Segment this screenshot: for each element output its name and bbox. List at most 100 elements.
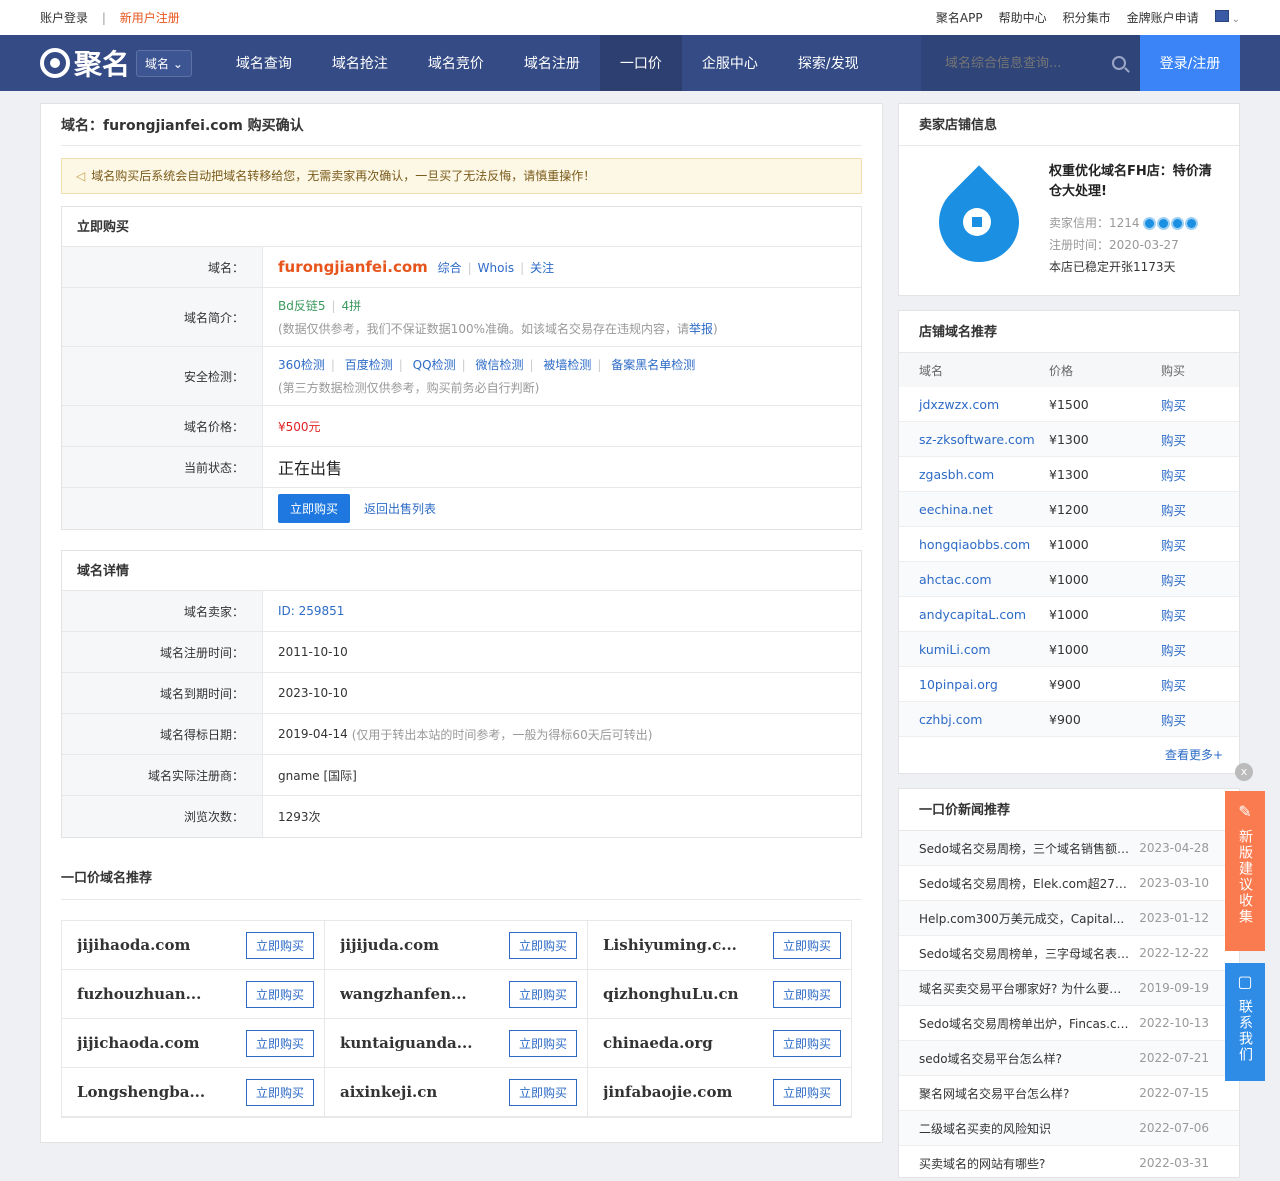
check-qq-link[interactable]: QQ检测 xyxy=(413,358,456,372)
language-selector[interactable]: ⌄ xyxy=(1214,10,1240,25)
list-item[interactable]: 域名买卖交易平台哪家好? 为什么要选择... 2019-09-19 xyxy=(899,971,1239,1006)
whois-link[interactable]: Whois xyxy=(478,261,514,275)
shop-domain-link[interactable]: czhbj.com xyxy=(919,712,1049,727)
recommend-buy-button[interactable]: 立即购买 xyxy=(772,980,841,1008)
recommend-domain[interactable]: Lishiyuming.c... xyxy=(603,936,737,954)
recommend-domain[interactable]: aixinkeji.cn xyxy=(340,1083,437,1101)
overview-link[interactable]: 综合 xyxy=(438,261,462,275)
news-title[interactable]: 买卖域名的网站有哪些? xyxy=(919,1155,1135,1172)
shop-name[interactable]: 权重优化域名FH店：特价清仓大处理! xyxy=(1049,162,1219,202)
points-link[interactable]: 积分集市 xyxy=(1063,9,1111,26)
report-link[interactable]: 举报 xyxy=(689,322,713,336)
recommend-domain[interactable]: kuntaiguanda... xyxy=(340,1034,472,1052)
nav-item-snap[interactable]: 域名抢注 xyxy=(312,35,408,91)
list-item[interactable]: 买卖域名的网站有哪些? 2022-03-31 xyxy=(899,1146,1239,1181)
shop-domain-link[interactable]: jdxzwzx.com xyxy=(919,397,1049,412)
recommend-buy-button[interactable]: 立即购买 xyxy=(772,1078,841,1106)
recommend-domain[interactable]: wangzhanfen... xyxy=(340,985,467,1003)
list-item[interactable]: Sedo域名交易周榜，Elek.com超27万... 2023-03-10 xyxy=(899,866,1239,901)
help-link[interactable]: 帮助中心 xyxy=(999,9,1047,26)
nav-item-register[interactable]: 域名注册 xyxy=(504,35,600,91)
check-blacklist-link[interactable]: 备案黑名单检测 xyxy=(611,358,695,372)
check-wechat-link[interactable]: 微信检测 xyxy=(475,358,523,372)
shop-domain-link[interactable]: 10pinpai.org xyxy=(919,677,1049,692)
view-more-link[interactable]: 查看更多+ xyxy=(899,737,1239,771)
recommend-buy-button[interactable]: 立即购买 xyxy=(245,931,314,959)
feedback-button[interactable]: ✎ 新版建议收集 xyxy=(1225,791,1265,951)
shop-domain-link[interactable]: zgasbh.com xyxy=(919,467,1049,482)
shop-domain-buy-link[interactable]: 购买 xyxy=(1161,430,1186,449)
gold-account-link[interactable]: 金牌账户申请 xyxy=(1127,9,1199,26)
news-title[interactable]: 域名买卖交易平台哪家好? 为什么要选择... xyxy=(919,980,1135,997)
recommend-buy-button[interactable]: 立即购买 xyxy=(245,1078,314,1106)
recommend-buy-button[interactable]: 立即购买 xyxy=(508,1029,577,1057)
contact-button[interactable]: ▢ 联系我们 xyxy=(1225,963,1265,1081)
recommend-domain[interactable]: qizhonghuLu.cn xyxy=(603,985,739,1003)
shop-domain-link[interactable]: eechina.net xyxy=(919,502,1049,517)
news-title[interactable]: 二级域名买卖的风险知识 xyxy=(919,1120,1135,1137)
recommend-domain[interactable]: jinfabaojie.com xyxy=(603,1083,732,1101)
list-item[interactable]: 二级域名买卖的风险知识 2022-07-06 xyxy=(899,1111,1239,1146)
nav-item-enterprise[interactable]: 企服中心 xyxy=(682,35,778,91)
recommend-buy-button[interactable]: 立即购买 xyxy=(772,931,841,959)
nav-item-fixed-price[interactable]: 一口价 xyxy=(599,35,682,91)
recommend-buy-button[interactable]: 立即购买 xyxy=(508,931,577,959)
recommend-buy-button[interactable]: 立即购买 xyxy=(245,1029,314,1057)
search-input[interactable] xyxy=(945,55,1085,71)
recommend-domain[interactable]: jijijuda.com xyxy=(340,936,439,954)
list-item[interactable]: Sedo域名交易周榜单，三字母域名表现... 2022-12-22 xyxy=(899,936,1239,971)
shop-domain-buy-link[interactable]: 购买 xyxy=(1161,395,1186,414)
recommend-domain[interactable]: Longshengba... xyxy=(77,1083,205,1101)
recommend-domain[interactable]: jijihaoda.com xyxy=(77,936,190,954)
follow-link[interactable]: 关注 xyxy=(530,261,554,275)
list-item[interactable]: sedo域名交易平台怎么样? 2022-07-21 xyxy=(899,1041,1239,1076)
news-title[interactable]: Sedo域名交易周榜单出炉，Fincas.com... xyxy=(919,1015,1135,1032)
shop-domain-buy-link[interactable]: 购买 xyxy=(1161,465,1186,484)
search-icon[interactable] xyxy=(1112,56,1126,70)
category-select[interactable]: 域名 ⌄ xyxy=(136,49,192,77)
shop-logo-icon[interactable] xyxy=(922,165,1036,279)
recommend-domain[interactable]: chinaeda.org xyxy=(603,1034,713,1052)
back-to-list-link[interactable]: 返回出售列表 xyxy=(364,500,436,517)
login-register-button[interactable]: 登录/注册 xyxy=(1140,35,1240,91)
nav-item-auction[interactable]: 域名竞价 xyxy=(408,35,504,91)
list-item[interactable]: 聚名网域名交易平台怎么样? 2022-07-15 xyxy=(899,1076,1239,1111)
shop-domain-link[interactable]: andycapitaL.com xyxy=(919,607,1049,622)
recommend-buy-button[interactable]: 立即购买 xyxy=(245,980,314,1008)
news-title[interactable]: Sedo域名交易周榜，三个域名销售额超... xyxy=(919,840,1135,857)
recommend-buy-button[interactable]: 立即购买 xyxy=(508,1078,577,1106)
recommend-buy-button[interactable]: 立即购买 xyxy=(508,980,577,1008)
shop-domain-link[interactable]: ahctac.com xyxy=(919,572,1049,587)
buy-now-button[interactable]: 立即购买 xyxy=(278,494,351,523)
news-title[interactable]: Sedo域名交易周榜，Elek.com超27万... xyxy=(919,875,1135,892)
shop-domain-link[interactable]: sz-zksoftware.com xyxy=(919,432,1049,447)
news-title[interactable]: sedo域名交易平台怎么样? xyxy=(919,1050,1135,1067)
shop-domain-buy-link[interactable]: 购买 xyxy=(1161,570,1186,589)
app-link[interactable]: 聚名APP xyxy=(936,9,983,26)
check-360-link[interactable]: 360检测 xyxy=(278,358,325,372)
shop-domain-link[interactable]: kumiLi.com xyxy=(919,642,1049,657)
news-title[interactable]: 聚名网域名交易平台怎么样? xyxy=(919,1085,1135,1102)
shop-domain-buy-link[interactable]: 购买 xyxy=(1161,675,1186,694)
login-link[interactable]: 账户登录 xyxy=(40,11,88,25)
register-link[interactable]: 新用户注册 xyxy=(120,11,180,25)
recommend-domain[interactable]: fuzhouzhuan... xyxy=(77,985,201,1003)
shop-domain-buy-link[interactable]: 购买 xyxy=(1161,535,1186,554)
shop-domain-buy-link[interactable]: 购买 xyxy=(1161,640,1186,659)
seller-id-link[interactable]: ID: 259851 xyxy=(278,604,846,618)
news-title[interactable]: Sedo域名交易周榜单，三字母域名表现... xyxy=(919,945,1135,962)
nav-item-explore[interactable]: 探索/发现 xyxy=(778,35,879,91)
shop-domain-buy-link[interactable]: 购买 xyxy=(1161,500,1186,519)
close-icon[interactable]: x xyxy=(1235,763,1253,781)
list-item[interactable]: Sedo域名交易周榜，三个域名销售额超... 2023-04-28 xyxy=(899,831,1239,866)
nav-item-domain-query[interactable]: 域名查询 xyxy=(216,35,312,91)
check-baidu-link[interactable]: 百度检测 xyxy=(345,358,393,372)
list-item[interactable]: Sedo域名交易周榜单出炉，Fincas.com... 2022-10-13 xyxy=(899,1006,1239,1041)
shop-domain-link[interactable]: hongqiaobbs.com xyxy=(919,537,1049,552)
recommend-buy-button[interactable]: 立即购买 xyxy=(772,1029,841,1057)
check-blocked-link[interactable]: 被墙检测 xyxy=(543,358,591,372)
logo[interactable]: 聚名 xyxy=(40,35,136,91)
news-title[interactable]: Help.com300万美元成交，Capital... xyxy=(919,910,1135,927)
shop-domain-buy-link[interactable]: 购买 xyxy=(1161,710,1186,729)
list-item[interactable]: Help.com300万美元成交，Capital... 2023-01-12 xyxy=(899,901,1239,936)
